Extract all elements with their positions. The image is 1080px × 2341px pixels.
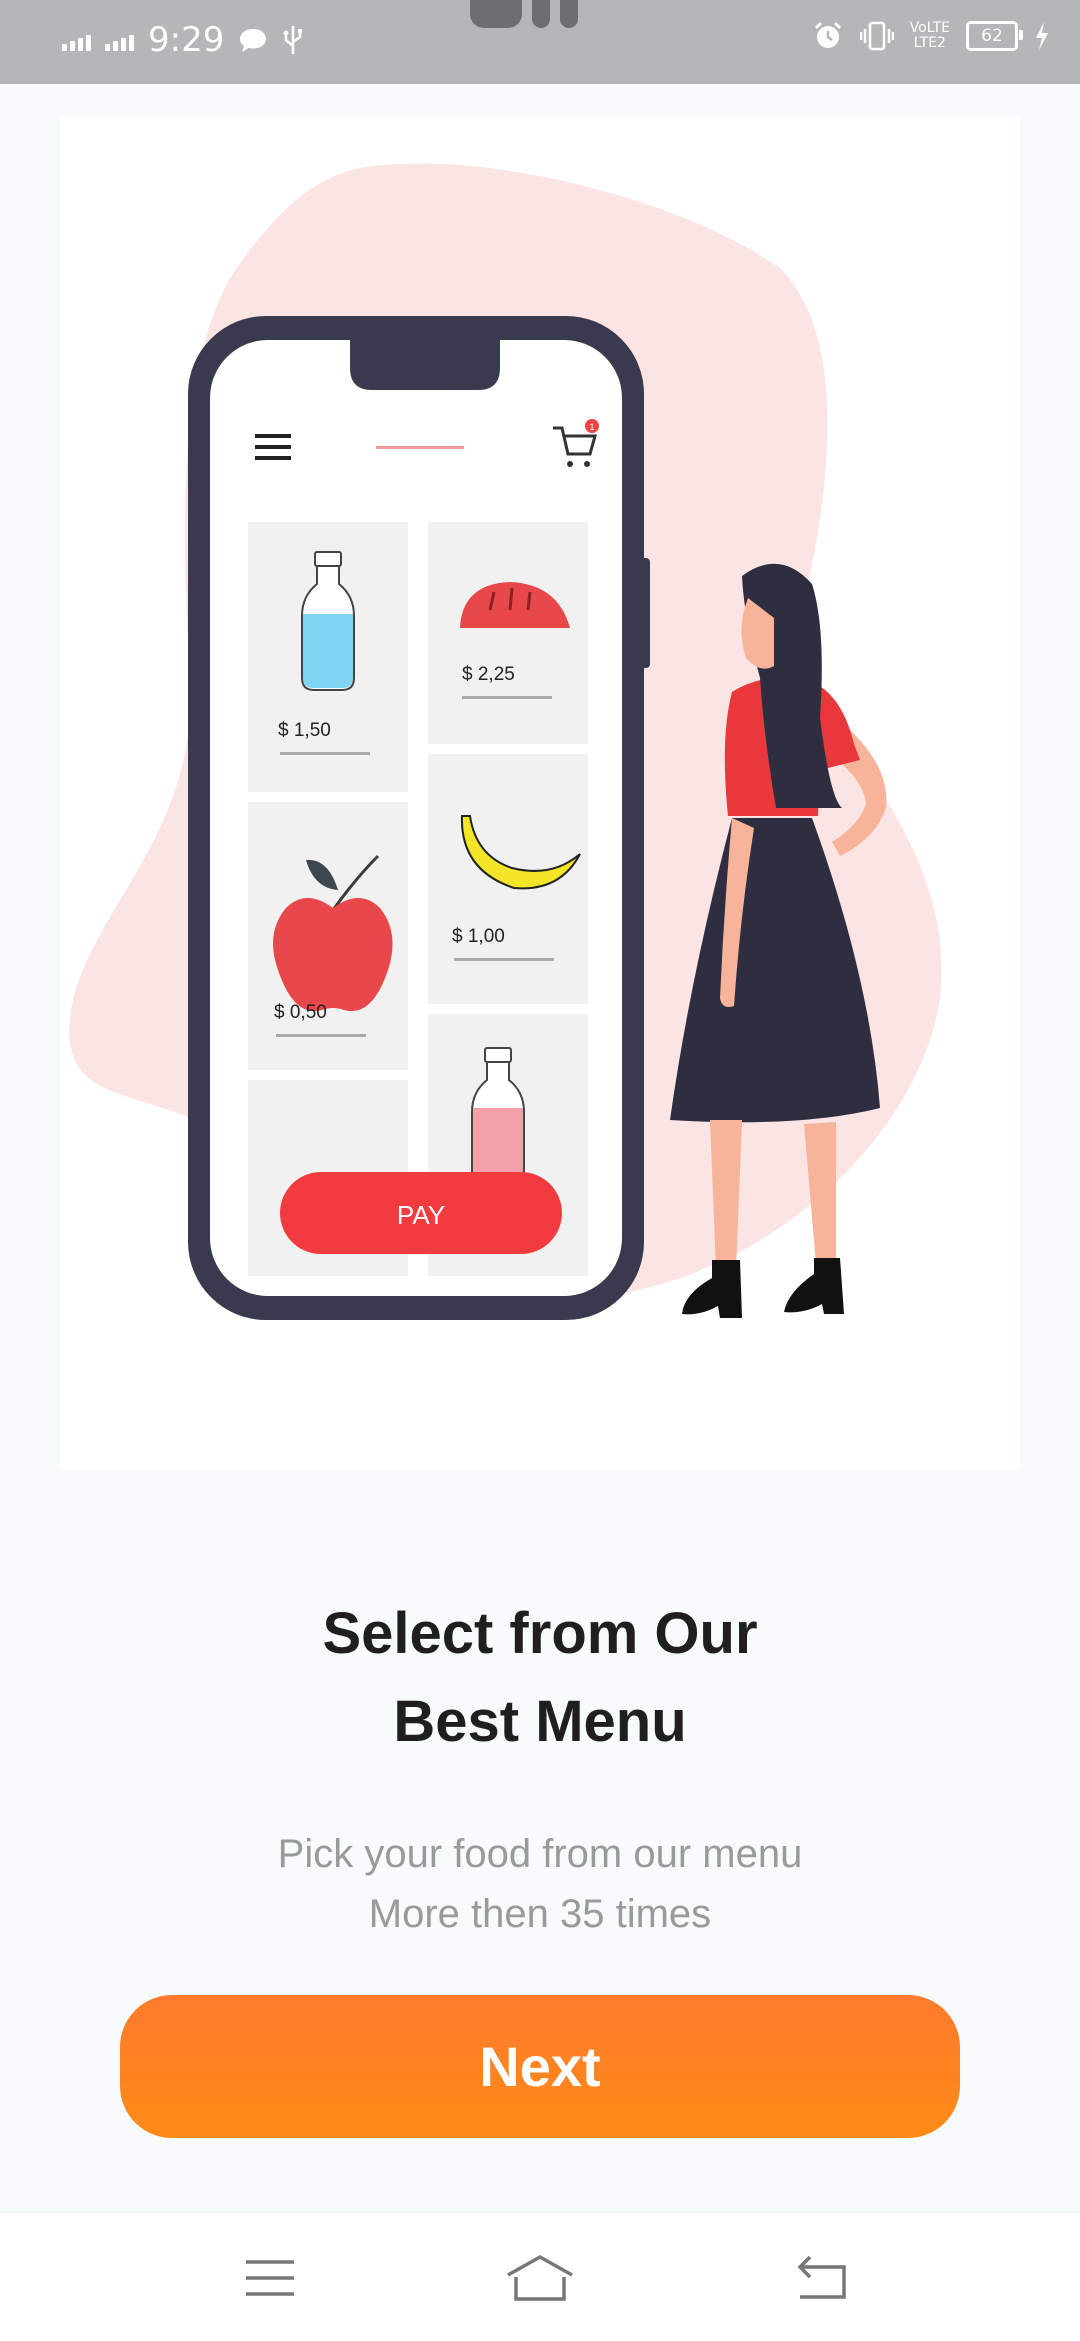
alarm-icon: [814, 21, 841, 48]
battery-icon: 62: [966, 21, 1023, 51]
menu-icon[interactable]: [230, 2243, 310, 2313]
onboarding-illustration: 1 $ 1,50 $ 2,25 $ 0,50 $ 1,00 PAY: [60, 118, 1020, 1470]
title-line-2: Best Menu: [393, 1689, 687, 1754]
product-price-water: $ 1,50: [278, 720, 331, 741]
battery-level: 62: [981, 26, 1003, 46]
chat-bubble-icon: [240, 29, 267, 52]
back-icon[interactable]: [784, 2243, 864, 2313]
home-icon[interactable]: [500, 2243, 580, 2313]
vibrate-icon: [859, 21, 894, 51]
status-time: 9:29: [148, 20, 225, 60]
usb-icon: [283, 26, 303, 54]
title-line-1: Select from Our: [322, 1601, 758, 1666]
camera-notch: [470, 0, 578, 28]
page-subtitle: Pick your food from our menu More then 3…: [0, 1824, 1080, 1944]
product-price-apple: $ 0,50: [274, 1002, 327, 1023]
signal-icon: [105, 29, 134, 51]
phone-mockup: 1 $ 1,50 $ 2,25 $ 0,50 $ 1,00 PAY: [188, 316, 650, 1320]
signal-icon: [62, 29, 91, 51]
phone-title-bar: [376, 446, 464, 449]
product-price-banana: $ 1,00: [452, 926, 505, 947]
cart-badge: 1: [589, 422, 594, 432]
system-nav-bar: [0, 2212, 1080, 2341]
subtitle-line-2: More then 35 times: [368, 1892, 712, 1936]
next-button[interactable]: Next: [120, 1995, 960, 2138]
phone-menu-icon: [255, 434, 291, 460]
volte-icon: VoLTE LTE2: [909, 20, 950, 51]
product-price-bread: $ 2,25: [462, 664, 515, 685]
charging-icon: [1036, 22, 1048, 50]
page-title: Select from Our Best Menu: [0, 1590, 1080, 1766]
subtitle-line-1: Pick your food from our menu: [277, 1832, 803, 1876]
status-bar: 9:29 VoLTE LTE2 62: [0, 0, 1080, 84]
pay-label: PAY: [397, 1200, 445, 1230]
